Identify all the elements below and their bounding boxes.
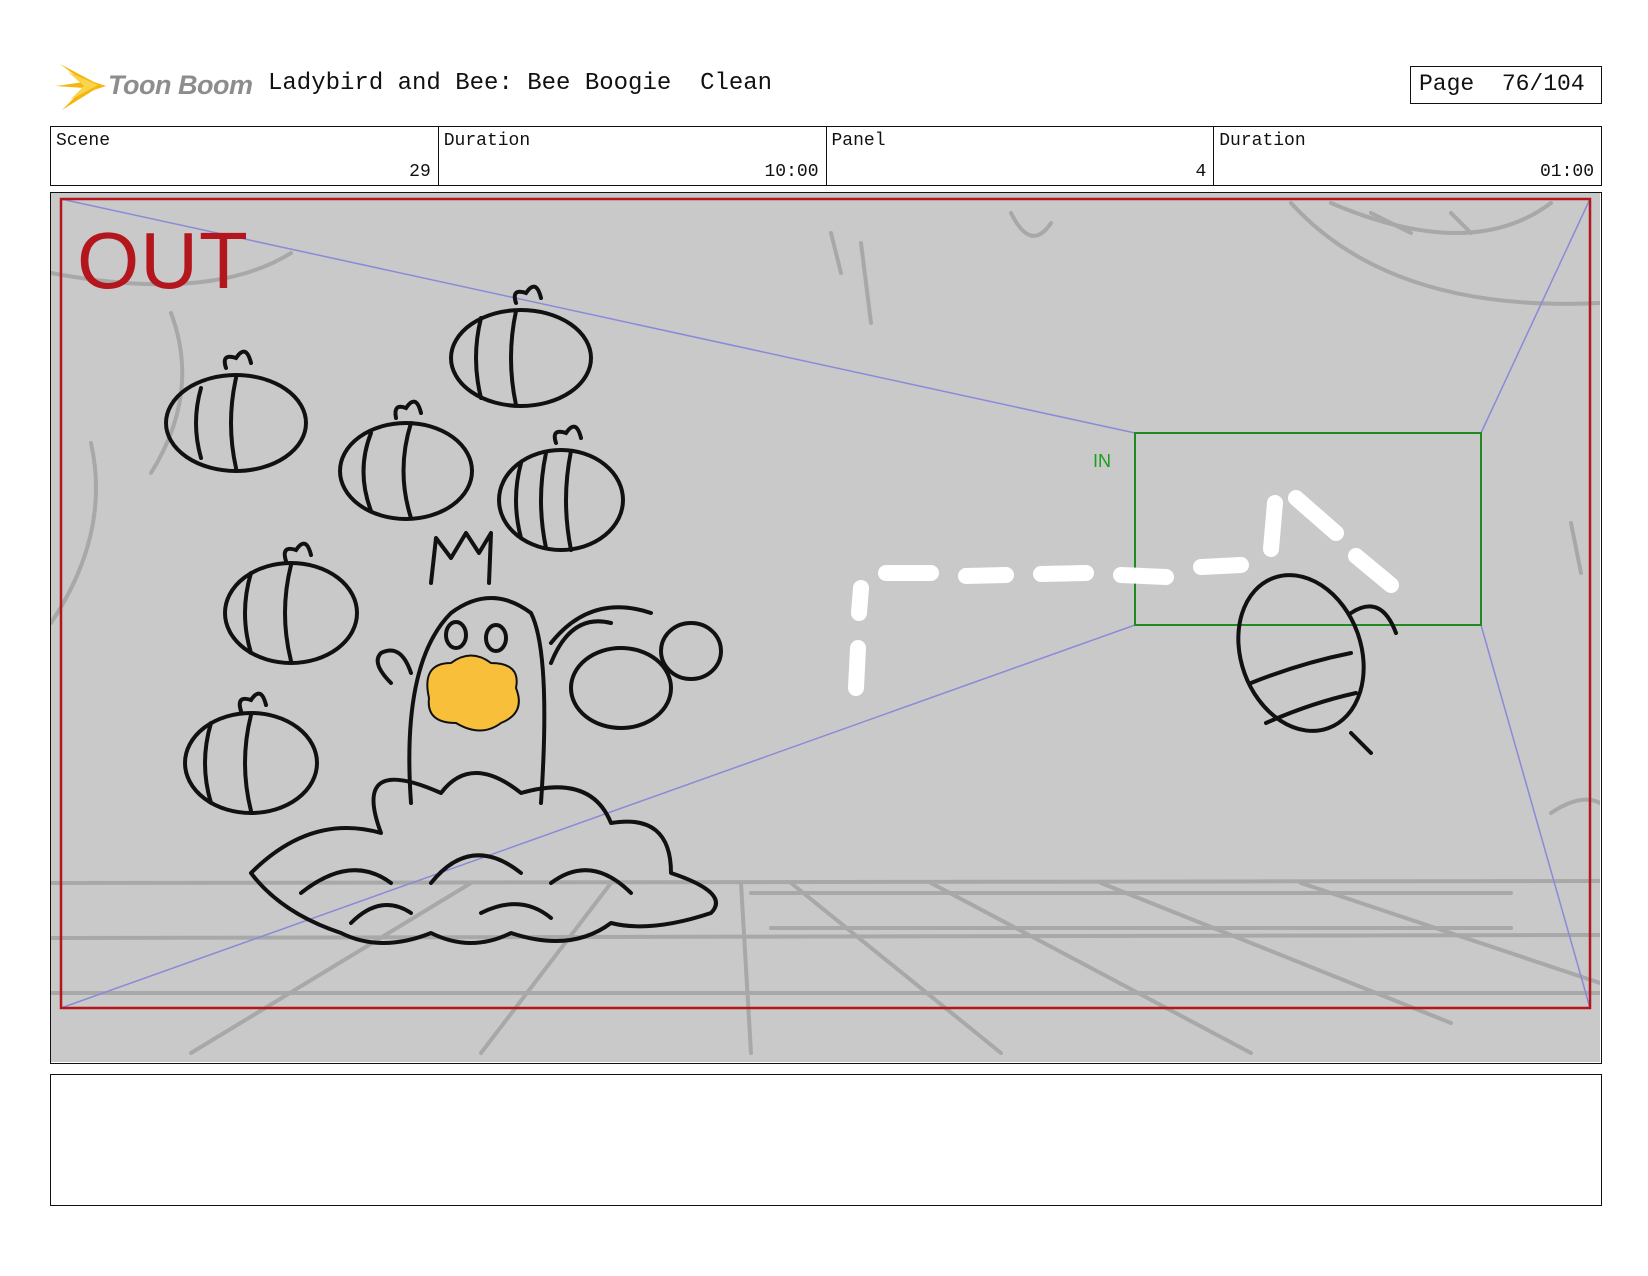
panel-duration-label: Duration	[1219, 131, 1306, 151]
scene-info-table: Scene 29 Duration 10:00 Panel 4 Duration…	[50, 126, 1602, 186]
flower-mouth-highlight	[426, 654, 520, 732]
panel-duration-cell: Duration 01:00	[1214, 127, 1601, 185]
scene-duration-value: 10:00	[764, 162, 819, 182]
panel-background	[51, 193, 1600, 1062]
scene-value: 29	[409, 162, 431, 182]
panel-notes-box	[50, 1074, 1602, 1206]
page-header: Toon Boom Ladybird and Bee: Bee Boogie C…	[54, 58, 1604, 114]
panel-value: 4	[1195, 162, 1207, 182]
document-title: Ladybird and Bee: Bee Boogie Clean	[268, 70, 773, 97]
scene-duration-label: Duration	[443, 131, 531, 151]
logo-text: Toon Boom	[108, 70, 253, 100]
scene-cell: Scene 29	[51, 127, 439, 185]
page-number: Page 76/104	[1410, 66, 1602, 104]
toon-boom-logo: Toon Boom	[54, 58, 254, 114]
storyboard-panel: OUT IN	[50, 192, 1602, 1064]
in-frame-label: IN	[1093, 451, 1111, 471]
panel-label: Panel	[831, 131, 886, 151]
panel-drawing	[51, 193, 1600, 1062]
scene-duration-cell: Duration 10:00	[439, 127, 827, 185]
out-frame-label: OUT	[77, 216, 249, 305]
panel-cell: Panel 4	[827, 127, 1215, 185]
panel-duration-value: 01:00	[1539, 162, 1594, 182]
sunburst-icon	[56, 64, 106, 110]
scene-label: Scene	[56, 131, 111, 151]
